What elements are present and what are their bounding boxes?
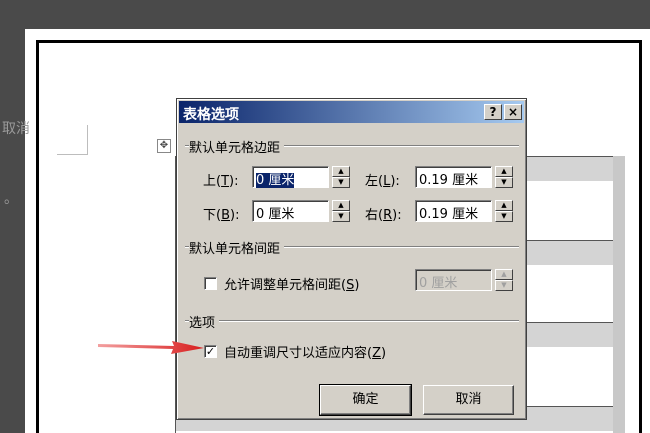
- top-margin-label: 上(T):: [203, 174, 239, 189]
- margins-group-label: 默认单元格边距: [189, 137, 285, 156]
- autofit-label[interactable]: 自动重调尺寸以适应内容(Z): [224, 342, 386, 361]
- spin-up-icon[interactable]: ▲: [332, 166, 350, 177]
- spin-up-icon[interactable]: ▲: [332, 200, 350, 211]
- spin-up-icon: ▲: [495, 269, 513, 280]
- right-margin-label: 右(R):: [365, 208, 402, 223]
- spin-down-icon[interactable]: ▼: [495, 211, 513, 222]
- help-button[interactable]: ?: [484, 104, 502, 120]
- spin-down-icon[interactable]: ▼: [495, 177, 513, 188]
- right-margin-input[interactable]: 0.19 厘米: [415, 200, 492, 222]
- red-arrow-icon: [98, 341, 204, 354]
- close-button[interactable]: ×: [504, 104, 522, 120]
- background-text-2: 。: [4, 191, 18, 207]
- top-margin-input[interactable]: 0 厘米: [252, 166, 329, 188]
- spin-down-icon[interactable]: ▼: [332, 177, 350, 188]
- dialog-title: 表格选项: [183, 107, 239, 123]
- left-margin-label: 左(L):: [365, 174, 400, 189]
- text-corner-mark: [57, 125, 88, 155]
- spin-up-icon[interactable]: ▲: [495, 166, 513, 177]
- options-group-label: 选项: [189, 312, 220, 331]
- table-move-handle-icon[interactable]: ✥: [157, 139, 171, 153]
- bottom-margin-label: 下(B):: [203, 208, 240, 223]
- table-options-dialog: 表格选项 ? × 默认单元格边距 上(T): 0 厘米 ▲ ▼ 左(L): 0.1…: [176, 98, 527, 420]
- spacing-group-label: 默认单元格间距: [189, 238, 285, 257]
- spin-down-icon: ▼: [495, 280, 513, 291]
- options-group-line: [185, 320, 519, 322]
- dialog-titlebar[interactable]: 表格选项 ? ×: [179, 101, 524, 123]
- table-shade-column: [613, 156, 625, 433]
- allow-spacing-checkbox[interactable]: [204, 277, 217, 290]
- background-text-1: 取消: [2, 121, 30, 137]
- spin-up-icon[interactable]: ▲: [495, 200, 513, 211]
- spin-down-icon[interactable]: ▼: [332, 211, 350, 222]
- spacing-input: 0 厘米: [415, 269, 492, 291]
- cancel-button[interactable]: 取消: [423, 385, 514, 415]
- bottom-margin-input[interactable]: 0 厘米: [252, 200, 329, 222]
- left-margin-input[interactable]: 0.19 厘米: [415, 166, 492, 188]
- ok-button[interactable]: 确定: [319, 384, 412, 416]
- allow-spacing-label[interactable]: 允许调整单元格间距(S): [224, 274, 359, 293]
